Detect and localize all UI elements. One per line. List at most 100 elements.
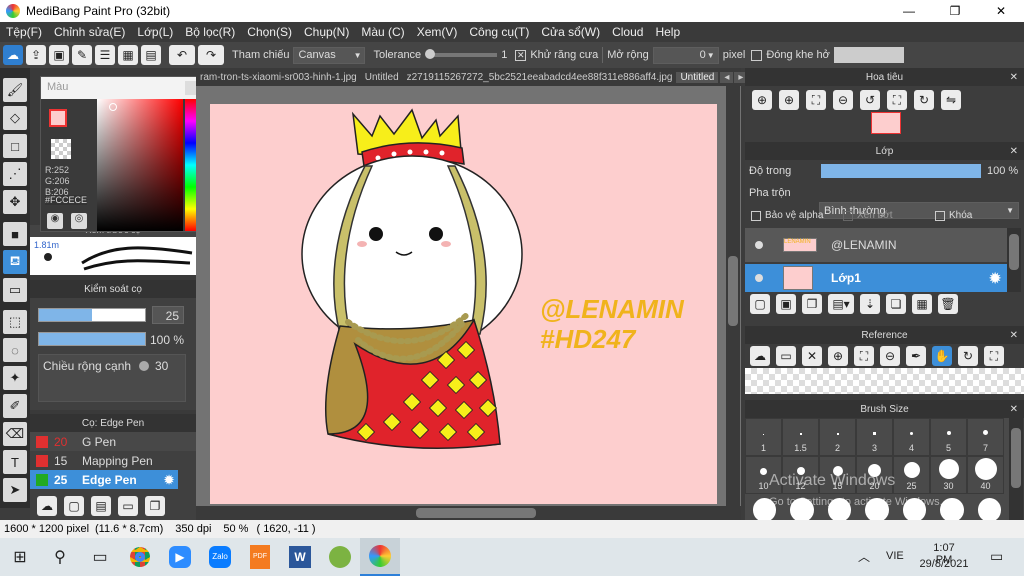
minimize-button[interactable]: — — [886, 0, 932, 22]
visibility-icon[interactable] — [755, 274, 763, 282]
size-cell[interactable]: 40 — [967, 456, 1004, 494]
layer-row-lop1[interactable]: Lớp1 ✹ — [745, 264, 1007, 292]
size-cell[interactable]: 30 — [930, 456, 967, 494]
menu-filter[interactable]: Bộ lọc(R) — [179, 25, 241, 39]
layer-props-icon[interactable]: ▦ — [912, 294, 932, 314]
close-button[interactable]: ✕ — [978, 0, 1024, 22]
move-down-icon[interactable]: ⇣ — [860, 294, 880, 314]
brush-item-gpen[interactable]: 20 G Pen — [30, 432, 196, 451]
protect-alpha-checkbox[interactable] — [751, 211, 761, 221]
palette-icon[interactable]: ◉ — [47, 213, 63, 229]
antialias-checkbox[interactable]: ✕ — [515, 49, 527, 61]
task-view-icon[interactable]: ▭ — [80, 538, 120, 576]
canvas-paper[interactable]: @LENAMIN #HD247 — [210, 104, 717, 504]
ref-zoom-out-icon[interactable]: ⊖ — [880, 346, 900, 366]
windows-start-icon[interactable]: ⊞ — [0, 538, 40, 576]
copy-icon[interactable]: ❐ — [145, 496, 165, 516]
menu-help[interactable]: Help — [649, 25, 686, 39]
comment-icon[interactable]: ✎ — [72, 45, 92, 65]
add-brush-icon[interactable]: ▤ — [91, 496, 111, 516]
menu-cloud[interactable]: Cloud — [606, 25, 649, 39]
zoom-in-icon[interactable]: ⊕ — [752, 90, 772, 110]
size-cell[interactable]: 25 — [893, 456, 930, 494]
horizontal-scroll-thumb[interactable] — [416, 508, 536, 518]
fit-icon[interactable]: ⛶ — [806, 90, 826, 110]
zoom-in2-icon[interactable]: ⊕ — [779, 90, 799, 110]
foreground-color-swatch[interactable] — [49, 109, 67, 127]
magic-wand-icon[interactable]: ✦ — [3, 366, 27, 390]
menu-layer[interactable]: Lớp(L) — [131, 25, 179, 39]
new-layer-icon[interactable]: ▢ — [750, 294, 770, 314]
fill-rect-tool-icon[interactable]: ■ — [3, 222, 27, 246]
duplicate-layer-icon[interactable]: ❐ — [802, 294, 822, 314]
lock-checkbox[interactable] — [935, 211, 945, 221]
menu-snap[interactable]: Chụp(N) — [298, 25, 355, 39]
move-tool-icon[interactable]: ✥ — [3, 190, 27, 214]
panel-close-icon[interactable]: ✕ — [1010, 146, 1018, 157]
size-slider[interactable] — [38, 308, 146, 322]
picker-cursor[interactable] — [109, 103, 117, 111]
menu-select[interactable]: Chọn(S) — [241, 25, 298, 39]
hex-value[interactable]: #FCCECE — [45, 195, 88, 205]
folder-icon[interactable]: ▭ — [118, 496, 138, 516]
rectangle-tool-icon[interactable]: □ — [3, 134, 27, 158]
layer-menu-icon[interactable]: ▤▾ — [828, 294, 854, 314]
size-cell[interactable]: 1.5 — [782, 418, 819, 456]
size-cell[interactable]: 2 — [819, 418, 856, 456]
cloud-import-icon[interactable]: ☁ — [750, 346, 770, 366]
gear-icon[interactable]: ✹ — [989, 270, 1001, 287]
merge-icon[interactable]: ❏ — [886, 294, 906, 314]
snap-icon[interactable]: ☰ — [95, 45, 115, 65]
ref-actual-icon[interactable]: ⛶ — [984, 346, 1004, 366]
layer-row-lenamin[interactable]: LENAMIN @LENAMIN — [745, 228, 1007, 262]
transparent-swatch[interactable] — [51, 139, 71, 159]
menu-window[interactable]: Cửa sổ(W) — [535, 25, 606, 39]
chevron-up-icon[interactable]: ︿ — [858, 548, 870, 565]
tolerance-slider[interactable] — [425, 49, 498, 59]
layers-scrollbar[interactable] — [1007, 228, 1021, 292]
flip-icon[interactable]: ⇋ — [941, 90, 961, 110]
panel-close-icon[interactable]: ✕ — [1010, 72, 1018, 83]
brush-tool-icon[interactable]: 🖌 — [3, 78, 27, 102]
tab-ram-tron[interactable]: ram-tron-ts-xiaomi-sr003-hinh-1.jpg — [196, 72, 361, 83]
size-cell[interactable]: 3 — [856, 418, 893, 456]
tab-z2719[interactable]: z2719115267272_5bc2521eeabadcd4ee88f311e… — [403, 72, 677, 83]
eyedropper-icon[interactable]: ✒ — [906, 346, 926, 366]
dot-tool-icon[interactable]: ⋰ — [3, 162, 27, 186]
menu-color[interactable]: Màu (C) — [355, 25, 410, 39]
new-brush-icon[interactable]: ▢ — [64, 496, 84, 516]
reference-preview[interactable] — [745, 368, 1024, 394]
panel-close-icon[interactable]: ✕ — [1010, 404, 1018, 415]
grid-icon[interactable]: ▦ — [118, 45, 138, 65]
tab-untitled-active[interactable]: Untitled — [676, 71, 719, 83]
ref-rotate-icon[interactable]: ↻ — [958, 346, 978, 366]
edge-knob[interactable] — [139, 361, 149, 371]
pdf-icon[interactable]: PDF — [240, 538, 280, 576]
horizontal-scrollbar[interactable] — [196, 506, 741, 520]
new-halftone-icon[interactable]: ▣ — [776, 294, 796, 314]
hand-icon[interactable]: ✋ — [932, 346, 952, 366]
gradient-tool-icon[interactable]: ▭ — [3, 278, 27, 302]
operation-tool-icon[interactable]: ➤ — [3, 478, 27, 502]
size-cell[interactable]: 7 — [967, 418, 1004, 456]
close-reference-icon[interactable]: ✕ — [802, 346, 822, 366]
tab-untitled-1[interactable]: Untitled — [361, 72, 403, 83]
size-dot[interactable] — [940, 498, 964, 522]
panel-close-icon[interactable]: ✕ — [1010, 330, 1018, 341]
select-tool-icon[interactable]: ⬚ — [3, 310, 27, 334]
redo-button[interactable]: ↷ — [198, 45, 224, 65]
visibility-icon[interactable] — [755, 241, 763, 249]
open-folder-icon[interactable]: ▭ — [776, 346, 796, 366]
trash-icon[interactable]: 🗑 — [938, 294, 958, 314]
eraser-tool-icon[interactable]: ◇ — [3, 106, 27, 130]
brush-item-mapping-pen[interactable]: 15 Mapping Pen — [30, 451, 196, 470]
size-cell[interactable]: 1 — [745, 418, 782, 456]
cloud-icon[interactable]: ☁ — [3, 45, 23, 65]
layer-opacity-slider[interactable] — [821, 164, 981, 178]
bucket-tool-icon[interactable]: ⛾ — [3, 250, 27, 274]
tab-scroll-left[interactable]: ◂ — [720, 71, 734, 83]
size-value[interactable]: 25 — [152, 306, 184, 324]
vertical-scroll-thumb[interactable] — [728, 256, 738, 326]
expand-input[interactable]: 0 ▼ — [652, 46, 719, 64]
size-cell[interactable]: 4 — [893, 418, 930, 456]
